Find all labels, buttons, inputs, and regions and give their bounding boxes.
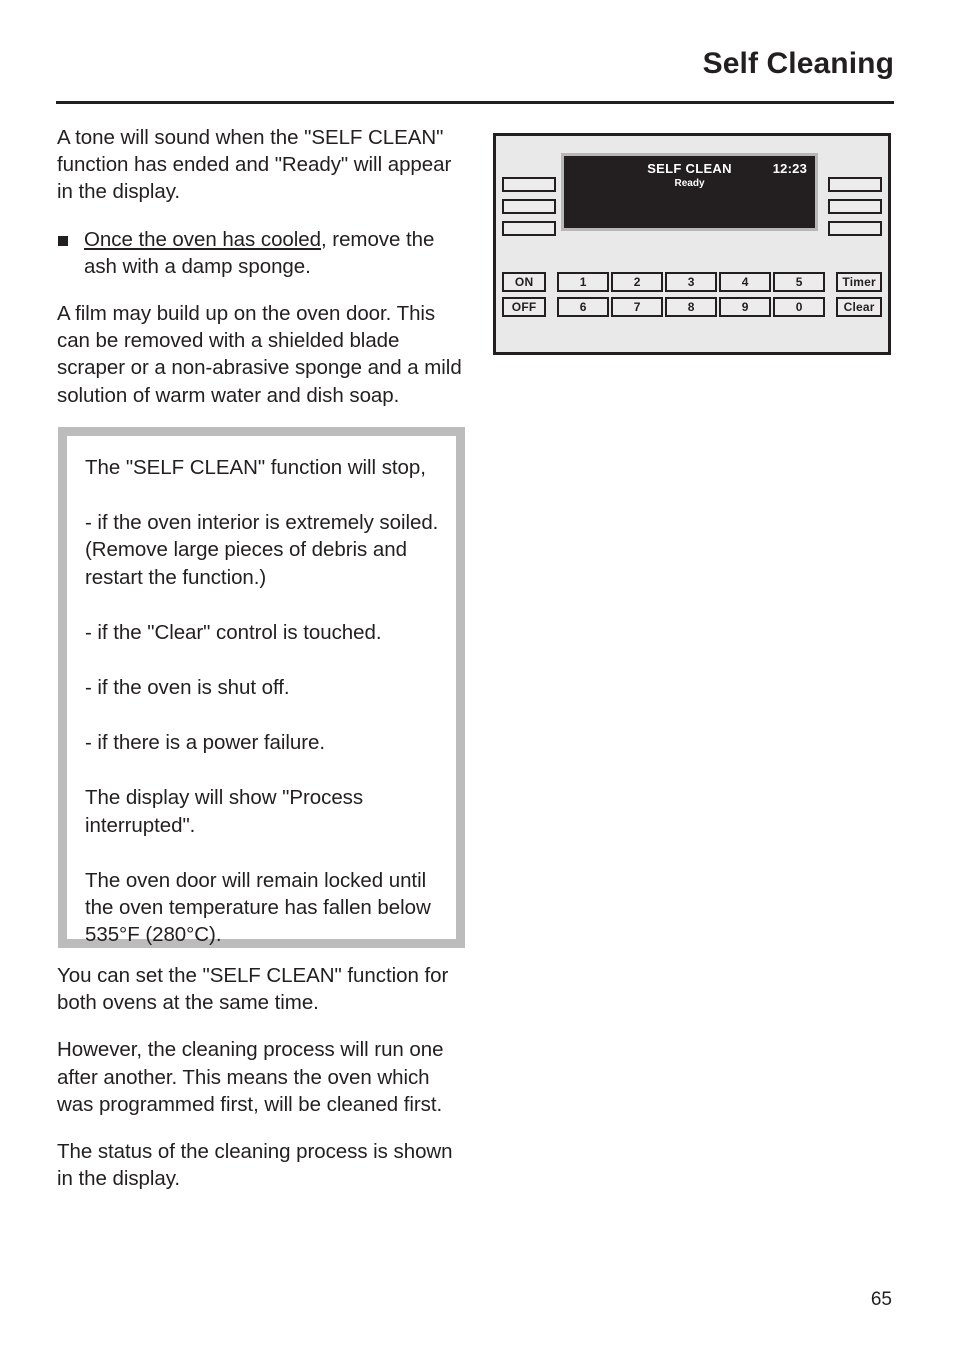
digit-key-1[interactable]: 1 [557, 272, 610, 292]
left-soft-key-1[interactable] [502, 177, 556, 192]
digit-group-bottom: 6 7 8 9 0 [557, 297, 826, 317]
note-paragraph-heading: The "SELF CLEAN" function will stop, [85, 456, 426, 479]
status-display-paragraph: The status of the cleaning process is sh… [57, 1140, 453, 1191]
on-button[interactable]: ON [502, 272, 547, 292]
note-condition-soiled: - if the oven interior is extremely soil… [85, 511, 439, 589]
right-soft-key-3[interactable] [828, 221, 882, 236]
display-bezel: SELF CLEAN 12:23 Ready [561, 153, 818, 231]
digit-group-top: 1 2 3 4 5 [557, 272, 826, 292]
right-illustration-column: SELF CLEAN 12:23 Ready ON 1 2 3 4 5 Time… [493, 133, 891, 355]
digit-key-4[interactable]: 4 [719, 272, 772, 292]
display-status-text: Ready [674, 178, 705, 189]
right-soft-key-stack [828, 177, 882, 236]
digit-key-7[interactable]: 7 [611, 297, 664, 317]
page-header: Self Cleaning [56, 44, 894, 100]
note-condition-power-failure: - if there is a power failure. [85, 731, 326, 755]
digit-key-2[interactable]: 2 [611, 272, 664, 292]
display-clock-text: 12:23 [772, 161, 807, 176]
digit-key-3[interactable]: 3 [665, 272, 718, 292]
keypad-row-bottom: OFF 6 7 8 9 0 Clear [502, 297, 882, 317]
clear-button[interactable]: Clear [836, 297, 882, 317]
display-screen: SELF CLEAN 12:23 Ready [564, 156, 815, 228]
digit-key-5[interactable]: 5 [773, 272, 826, 292]
digit-key-8[interactable]: 8 [665, 297, 718, 317]
digit-key-0[interactable]: 0 [773, 297, 826, 317]
digit-key-9[interactable]: 9 [719, 297, 772, 317]
left-soft-key-2[interactable] [502, 199, 556, 214]
sequential-cleaning-paragraph: However, the cleaning process will run o… [57, 1038, 444, 1116]
note-condition-oven-off: - if the oven is shut off. [85, 676, 290, 700]
keypad-area: ON 1 2 3 4 5 Timer OFF 6 7 8 9 0 Clear [502, 272, 882, 322]
bullet-underlined-phrase: Once the oven has cooled [84, 227, 321, 251]
right-soft-key-2[interactable] [828, 199, 882, 214]
keypad-row-top: ON 1 2 3 4 5 Timer [502, 272, 882, 292]
intro-paragraph: A tone will sound when the "SELF CLEAN" … [57, 126, 452, 204]
note-display-message: The display will show "Process interrupt… [85, 786, 364, 837]
off-button[interactable]: OFF [502, 297, 547, 317]
left-soft-key-stack [502, 177, 556, 236]
left-text-column: A tone will sound when the "SELF CLEAN" … [57, 124, 467, 409]
tail-text-column: You can set the "SELF CLEAN" function fo… [57, 962, 467, 1192]
bullet-list-item: Once the oven has cooled, remove the ash… [57, 226, 467, 280]
digit-key-6[interactable]: 6 [557, 297, 610, 317]
both-ovens-paragraph: You can set the "SELF CLEAN" function fo… [57, 964, 449, 1015]
page-number: 65 [870, 1289, 892, 1310]
page-title: Self Cleaning [702, 47, 894, 80]
header-divider-rule [56, 101, 894, 104]
note-box-content: The "SELF CLEAN" function will stop, - i… [67, 436, 456, 948]
left-soft-key-3[interactable] [502, 221, 556, 236]
note-door-lock-temperature: The oven door will remain locked until t… [85, 868, 431, 947]
timer-button[interactable]: Timer [836, 272, 882, 292]
note-condition-clear-touched: - if the "Clear" control is touched. [85, 620, 382, 644]
film-buildup-paragraph: A film may build up on the oven door. Th… [57, 302, 462, 407]
note-box: The "SELF CLEAN" function will stop, - i… [58, 427, 465, 948]
right-soft-key-1[interactable] [828, 177, 882, 192]
square-bullet-icon [58, 235, 68, 246]
oven-control-panel-illustration: SELF CLEAN 12:23 Ready ON 1 2 3 4 5 Time… [493, 133, 891, 355]
